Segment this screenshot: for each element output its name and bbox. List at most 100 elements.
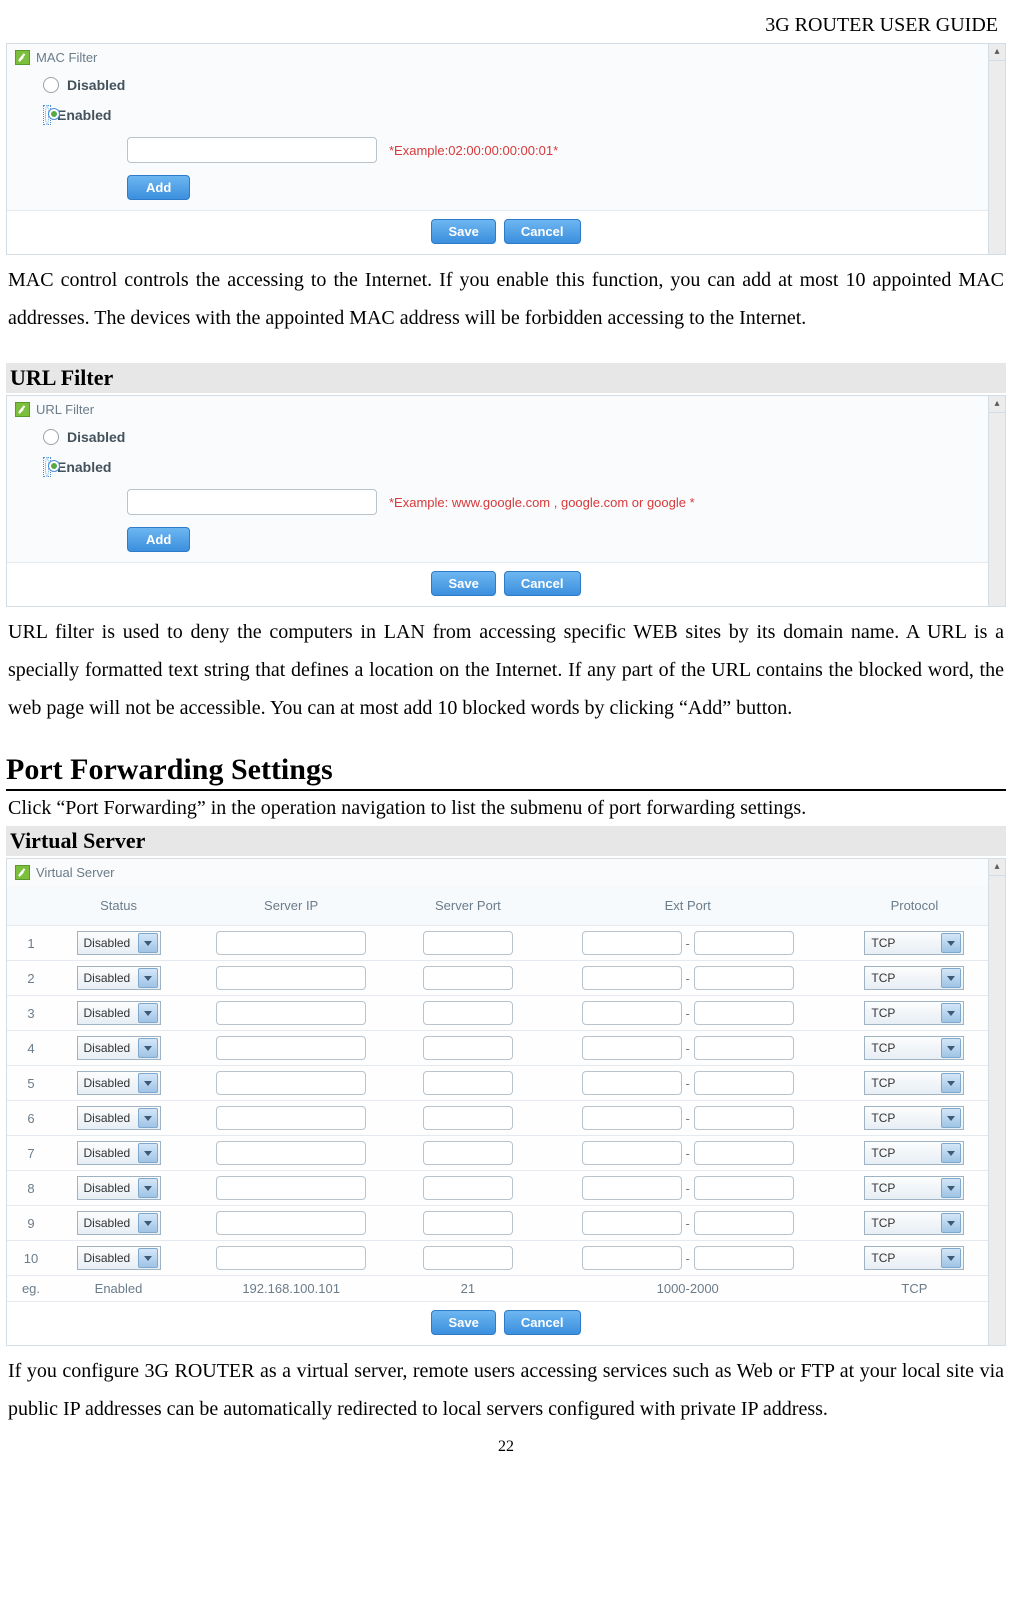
protocol-select[interactable]: TCP xyxy=(864,966,964,990)
server-ip-input[interactable] xyxy=(216,1071,366,1095)
protocol-select[interactable]: TCP xyxy=(864,1071,964,1095)
protocol-select[interactable]: TCP xyxy=(864,1246,964,1270)
scrollbar[interactable]: ▴ xyxy=(988,859,1005,1345)
ext-port-end-input[interactable] xyxy=(694,1176,794,1200)
range-sep: - xyxy=(686,971,690,986)
doc-header: 3G ROUTER USER GUIDE xyxy=(6,10,1006,43)
server-port-input[interactable] xyxy=(423,1141,513,1165)
chevron-down-icon xyxy=(138,1213,158,1233)
ext-port-end-input[interactable] xyxy=(694,1036,794,1060)
status-select[interactable]: Disabled xyxy=(77,1036,161,1060)
server-ip-input[interactable] xyxy=(216,966,366,990)
ext-port-end-input[interactable] xyxy=(694,966,794,990)
range-sep: - xyxy=(686,1041,690,1056)
chevron-down-icon xyxy=(941,1213,961,1233)
ext-port-start-input[interactable] xyxy=(582,1106,682,1130)
url-input[interactable] xyxy=(127,489,377,515)
protocol-select[interactable]: TCP xyxy=(864,1176,964,1200)
scroll-up-icon[interactable]: ▴ xyxy=(989,44,1005,61)
radio-disabled[interactable]: Disabled xyxy=(7,423,1005,451)
server-port-input[interactable] xyxy=(423,1036,513,1060)
ext-port-start-input[interactable] xyxy=(582,1141,682,1165)
row-index: 8 xyxy=(7,1171,55,1206)
server-port-input[interactable] xyxy=(423,1106,513,1130)
server-port-input[interactable] xyxy=(423,966,513,990)
ext-port-end-input[interactable] xyxy=(694,1141,794,1165)
protocol-select[interactable]: TCP xyxy=(864,1106,964,1130)
table-row: 1Disabled-TCP xyxy=(7,926,989,961)
server-ip-input[interactable] xyxy=(216,1211,366,1235)
server-ip-input[interactable] xyxy=(216,1141,366,1165)
protocol-select[interactable]: TCP xyxy=(864,931,964,955)
mac-input[interactable] xyxy=(127,137,377,163)
cancel-button[interactable]: Cancel xyxy=(504,219,581,244)
status-select[interactable]: Disabled xyxy=(77,1141,161,1165)
save-button[interactable]: Save xyxy=(431,571,495,596)
radio-disabled[interactable]: Disabled xyxy=(7,71,1005,99)
ext-port-end-input[interactable] xyxy=(694,1211,794,1235)
status-select[interactable]: Disabled xyxy=(77,1071,161,1095)
ext-port-start-input[interactable] xyxy=(582,1176,682,1200)
scrollbar[interactable]: ▴ xyxy=(988,44,1005,254)
server-port-input[interactable] xyxy=(423,1211,513,1235)
ext-port-start-input[interactable] xyxy=(582,1071,682,1095)
mac-filter-panel: ▴ MAC Filter Disabled Enabled *Example:0… xyxy=(6,43,1006,255)
ext-port-end-input[interactable] xyxy=(694,931,794,955)
radio-icon xyxy=(43,77,59,93)
add-button[interactable]: Add xyxy=(127,527,190,552)
save-button[interactable]: Save xyxy=(431,219,495,244)
row-index: 10 xyxy=(7,1241,55,1276)
cancel-button[interactable]: Cancel xyxy=(504,1310,581,1335)
server-port-input[interactable] xyxy=(423,931,513,955)
radio-selected-icon xyxy=(45,457,49,477)
ext-port-start-input[interactable] xyxy=(582,1246,682,1270)
url-input-row: *Example: www.google.com , google.com or… xyxy=(7,483,1005,521)
ext-port-start-input[interactable] xyxy=(582,1001,682,1025)
row-index: 2 xyxy=(7,961,55,996)
protocol-select[interactable]: TCP xyxy=(864,1141,964,1165)
scroll-up-icon[interactable]: ▴ xyxy=(989,396,1005,413)
server-ip-input[interactable] xyxy=(216,1106,366,1130)
status-select[interactable]: Disabled xyxy=(77,966,161,990)
server-ip-input[interactable] xyxy=(216,1001,366,1025)
example-text: *Example: www.google.com , google.com or… xyxy=(389,495,695,510)
server-port-input[interactable] xyxy=(423,1071,513,1095)
scroll-up-icon[interactable]: ▴ xyxy=(989,859,1005,876)
server-ip-input[interactable] xyxy=(216,1036,366,1060)
radio-label: Disabled xyxy=(67,77,125,93)
radio-enabled[interactable]: Enabled xyxy=(7,451,1005,483)
eg-ext: 1000-2000 xyxy=(536,1276,840,1302)
status-select[interactable]: Disabled xyxy=(77,931,161,955)
server-port-input[interactable] xyxy=(423,1246,513,1270)
col-server-port: Server Port xyxy=(400,886,535,926)
status-select[interactable]: Disabled xyxy=(77,1176,161,1200)
ext-port-start-input[interactable] xyxy=(582,1211,682,1235)
protocol-select[interactable]: TCP xyxy=(864,1036,964,1060)
scrollbar[interactable]: ▴ xyxy=(988,396,1005,606)
cancel-button[interactable]: Cancel xyxy=(504,571,581,596)
protocol-select[interactable]: TCP xyxy=(864,1001,964,1025)
status-select[interactable]: Disabled xyxy=(77,1001,161,1025)
status-select[interactable]: Disabled xyxy=(77,1106,161,1130)
server-ip-input[interactable] xyxy=(216,931,366,955)
chevron-down-icon xyxy=(138,1178,158,1198)
status-select[interactable]: Disabled xyxy=(77,1211,161,1235)
server-port-input[interactable] xyxy=(423,1001,513,1025)
table-row: 3Disabled-TCP xyxy=(7,996,989,1031)
server-ip-input[interactable] xyxy=(216,1176,366,1200)
ext-port-end-input[interactable] xyxy=(694,1106,794,1130)
radio-enabled[interactable]: Enabled xyxy=(7,99,1005,131)
server-port-input[interactable] xyxy=(423,1176,513,1200)
ext-port-start-input[interactable] xyxy=(582,1036,682,1060)
protocol-select[interactable]: TCP xyxy=(864,1211,964,1235)
save-button[interactable]: Save xyxy=(431,1310,495,1335)
ext-port-end-input[interactable] xyxy=(694,1246,794,1270)
ext-port-end-input[interactable] xyxy=(694,1001,794,1025)
url-filter-panel: ▴ URL Filter Disabled Enabled *Example: … xyxy=(6,395,1006,607)
ext-port-start-input[interactable] xyxy=(582,931,682,955)
server-ip-input[interactable] xyxy=(216,1246,366,1270)
ext-port-start-input[interactable] xyxy=(582,966,682,990)
add-button[interactable]: Add xyxy=(127,175,190,200)
ext-port-end-input[interactable] xyxy=(694,1071,794,1095)
status-select[interactable]: Disabled xyxy=(77,1246,161,1270)
